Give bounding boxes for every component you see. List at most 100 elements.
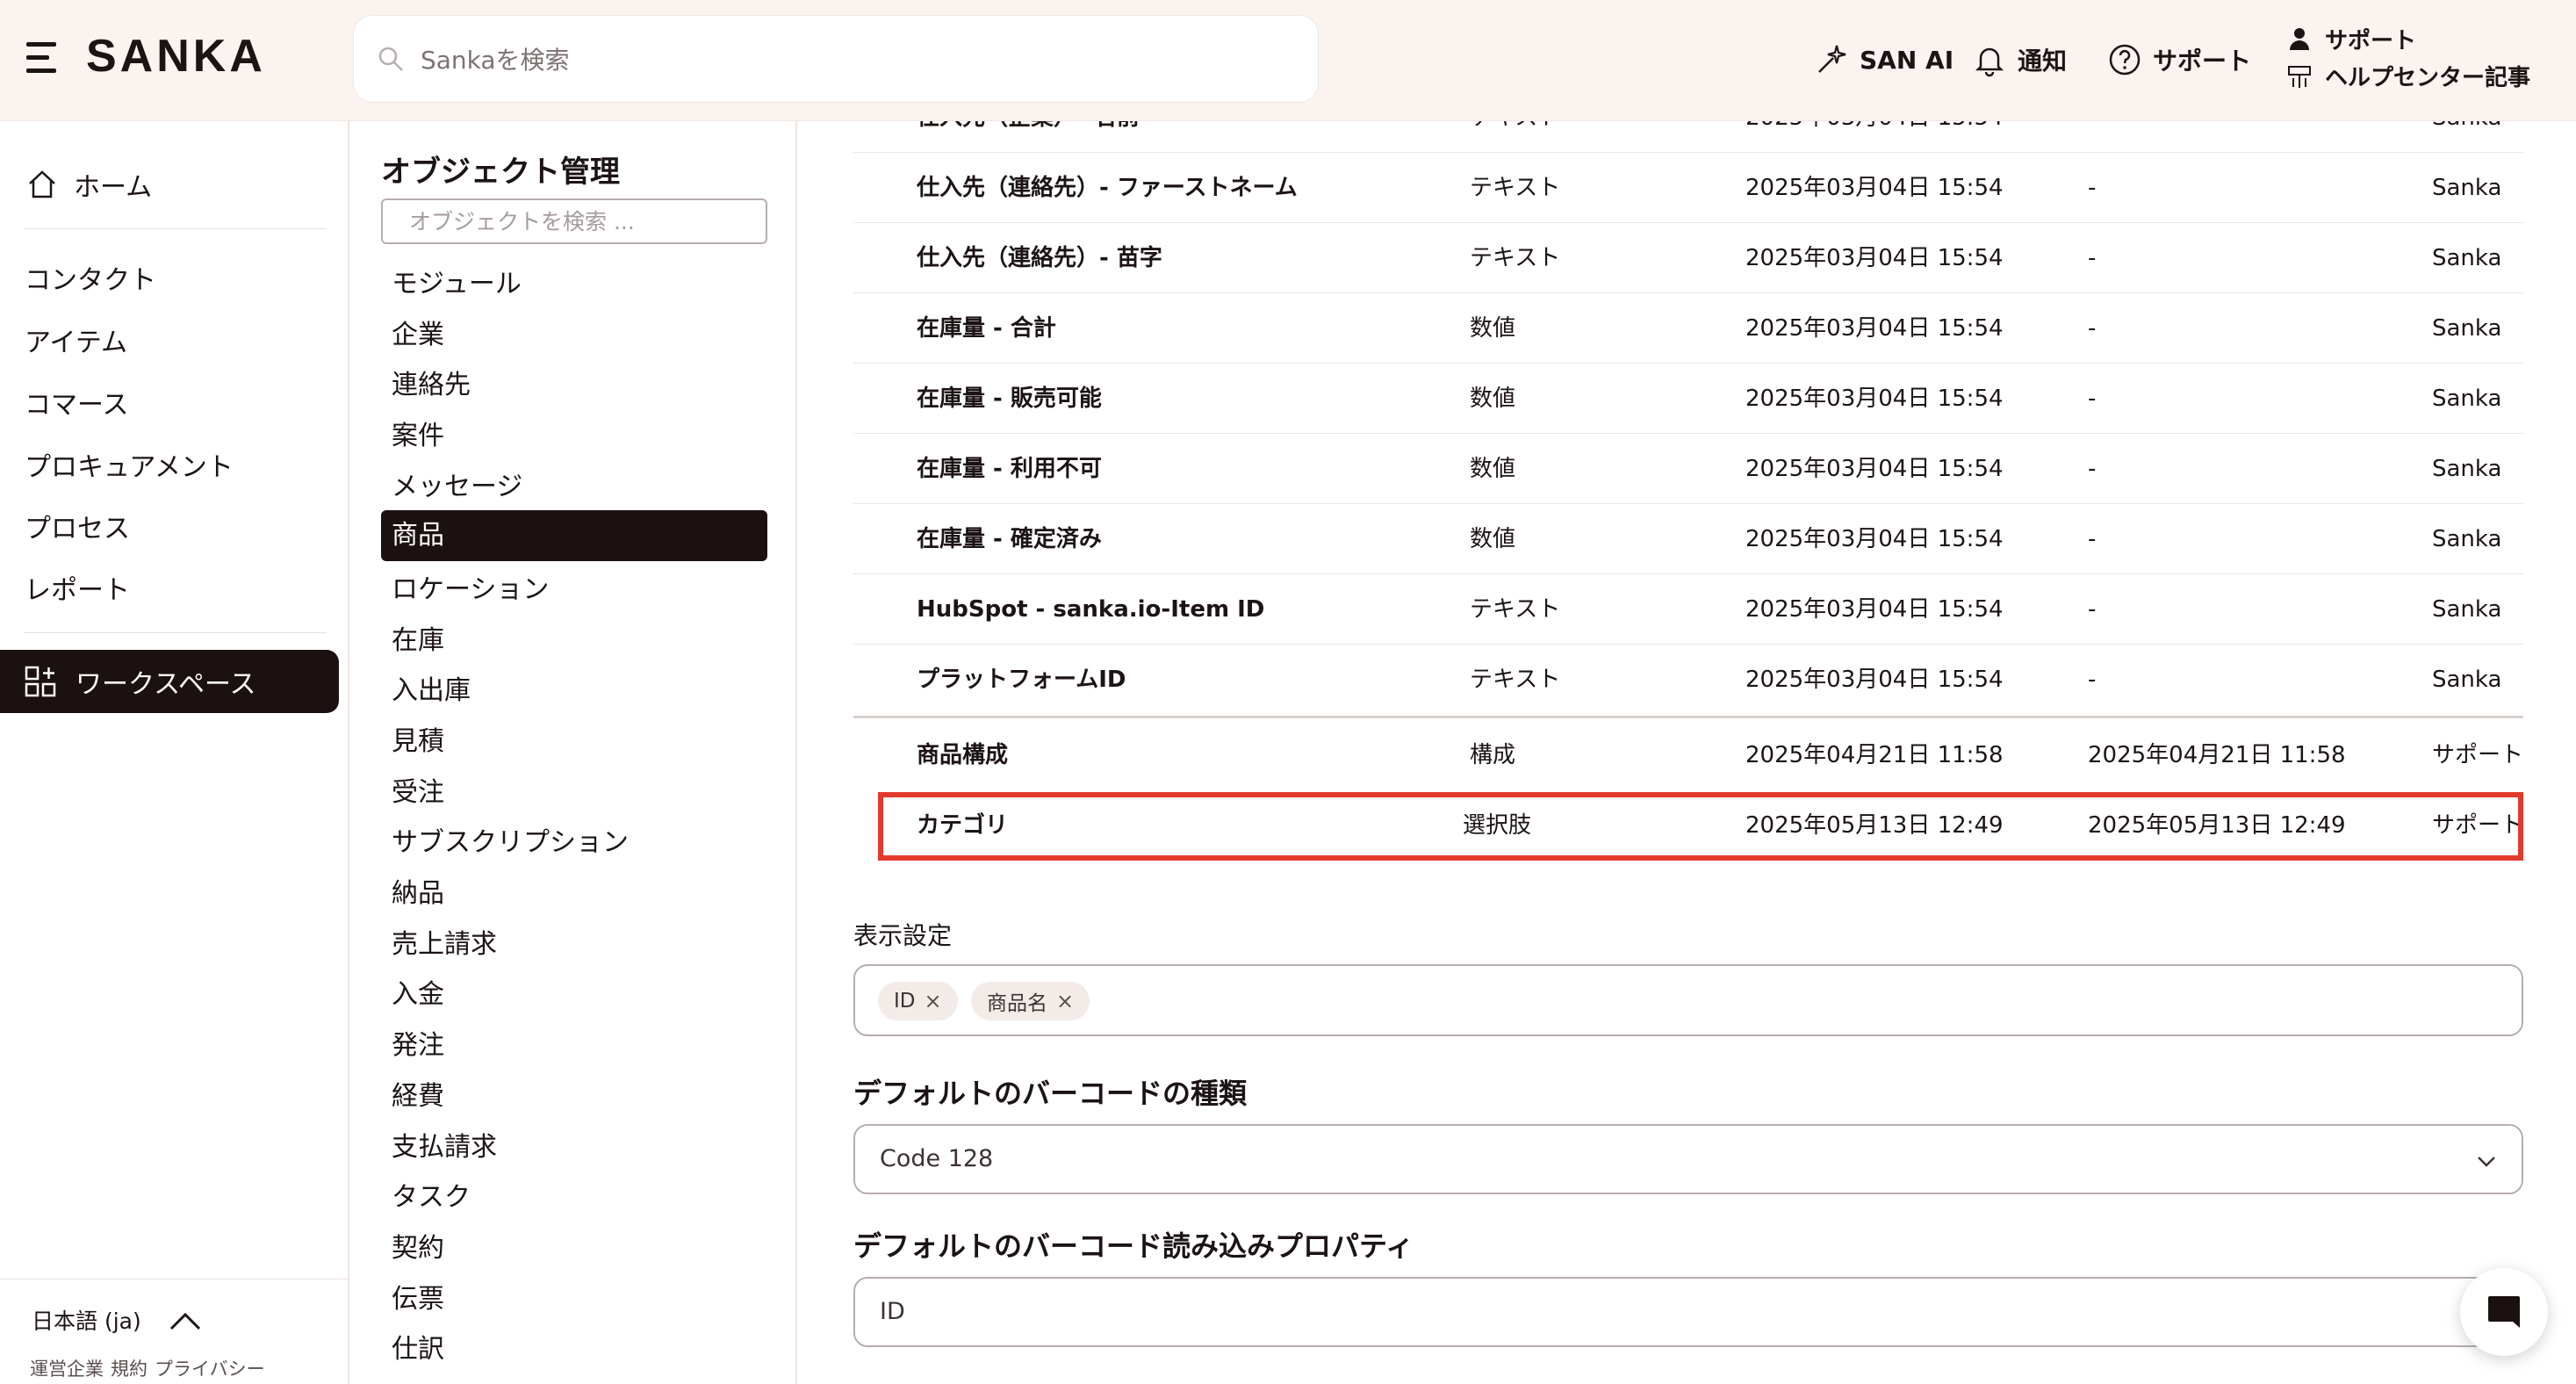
object-item-stock-movements[interactable]: 入出庫 xyxy=(392,668,471,707)
notifications-label: 通知 xyxy=(2018,47,2068,76)
sidebar-item-reports[interactable]: レポート xyxy=(25,568,130,607)
sidebar-item-workspace[interactable]: ワークスペース xyxy=(0,650,339,713)
table-group-divider xyxy=(853,716,2523,718)
object-item-invoices[interactable]: 売上請求 xyxy=(392,922,497,961)
object-item-companies[interactable]: 企業 xyxy=(392,313,444,351)
privacy-link[interactable]: プライバシー xyxy=(155,1355,265,1381)
barcode-type-label: デフォルトのバーコードの種類 xyxy=(853,1077,1248,1110)
property-author: サポート xyxy=(2432,742,2524,768)
account-user[interactable]: サポート xyxy=(2286,21,2416,56)
property-author: Sanka xyxy=(2432,121,2501,153)
property-type: 数値 xyxy=(1470,315,1516,342)
display-tag[interactable]: ID × xyxy=(878,982,958,1020)
object-item-products[interactable]: 商品 xyxy=(381,510,767,561)
property-created: 2025年03月04日 15:54 xyxy=(1745,175,2004,201)
object-item-slips[interactable]: 伝票 xyxy=(392,1277,444,1316)
object-item-modules[interactable]: モジュール xyxy=(392,262,522,300)
table-row[interactable]: HubSpot - sanka.io-Item ID テキスト 2025年03月… xyxy=(853,574,2523,645)
property-author: Sanka xyxy=(2432,245,2502,271)
account-menu[interactable]: サポート ヘルプセンター記事 xyxy=(2286,21,2567,95)
support-button[interactable]: サポート xyxy=(2107,39,2251,81)
language-selector[interactable]: 日本語 (ja) xyxy=(32,1304,203,1336)
property-created: 2025年03月04日 15:54 xyxy=(1745,121,2004,153)
barcode-type-select[interactable]: Code 128 xyxy=(853,1124,2523,1194)
property-type: テキスト xyxy=(1470,175,1561,201)
object-item-locations[interactable]: ロケーション xyxy=(392,567,549,606)
sidebar-item-procurement[interactable]: プロキュアメント xyxy=(25,445,234,484)
sidebar-item-label: ホーム xyxy=(74,172,153,203)
table-row[interactable]: 在庫量 - 販売可能 数値 2025年03月04日 15:54 - Sanka xyxy=(853,364,2523,434)
object-item-bills[interactable]: 支払請求 xyxy=(392,1125,497,1164)
table-row[interactable]: プラットフォームID テキスト 2025年03月04日 15:54 - Sank… xyxy=(853,645,2523,715)
sidebar-item-label: プロセス xyxy=(25,514,130,544)
object-item-contacts[interactable]: 連絡先 xyxy=(392,363,471,401)
property-author: Sanka xyxy=(2432,596,2502,623)
object-item-journal[interactable]: 仕訳 xyxy=(392,1327,444,1366)
object-panel-title: オブジェクト管理 xyxy=(381,155,620,190)
object-item-purchase-orders[interactable]: 発注 xyxy=(392,1023,444,1062)
property-name: 在庫量 - 合計 xyxy=(917,315,1056,342)
display-tag-label: 商品名 xyxy=(987,992,1047,1015)
remove-tag-icon[interactable]: × xyxy=(925,989,942,1013)
object-item-messages[interactable]: メッセージ xyxy=(392,465,522,503)
sidebar-item-commerce[interactable]: コマース xyxy=(25,383,129,422)
object-search-input[interactable] xyxy=(383,200,766,242)
barcode-type-value: Code 128 xyxy=(880,1145,994,1172)
property-name: HubSpot - sanka.io-Item ID xyxy=(917,596,1265,623)
display-settings-field[interactable]: ID × 商品名 × xyxy=(853,964,2523,1036)
terms-link[interactable]: 規約 xyxy=(111,1355,148,1381)
object-item-estimates[interactable]: 見積 xyxy=(392,719,444,758)
table-row[interactable]: 仕入先（連絡先）- 苗字 テキスト 2025年03月04日 15:54 - Sa… xyxy=(853,223,2523,293)
object-search[interactable] xyxy=(381,198,767,244)
property-created: 2025年03月04日 15:54 xyxy=(1745,526,2004,552)
table-row[interactable]: 商品構成 構成 2025年04月21日 11:58 2025年04月21日 11… xyxy=(853,720,2523,790)
san-ai-button[interactable]: SAN AI xyxy=(1814,39,1954,81)
sidebar-item-process[interactable]: プロセス xyxy=(25,507,130,545)
table-row[interactable]: 在庫量 - 合計 数値 2025年03月04日 15:54 - Sanka xyxy=(853,293,2523,364)
property-name: プラットフォームID xyxy=(917,667,1126,693)
remove-tag-icon[interactable]: × xyxy=(1056,989,1074,1013)
sidebar-item-items[interactable]: アイテム xyxy=(25,321,127,359)
menu-icon[interactable] xyxy=(26,39,65,77)
object-item-subscriptions[interactable]: サブスクリプション xyxy=(392,820,629,859)
table-row[interactable]: 仕入先（企業）- 名前 テキスト 2025年03月04日 15:54 - San… xyxy=(853,121,2523,153)
display-tag[interactable]: 商品名 × xyxy=(971,982,1090,1020)
property-updated: - xyxy=(2088,121,2096,153)
object-item-payments[interactable]: 入金 xyxy=(392,972,444,1011)
barcode-property-field[interactable]: ID xyxy=(853,1277,2523,1347)
object-item-expenses[interactable]: 経費 xyxy=(392,1074,444,1113)
property-author: Sanka xyxy=(2432,315,2502,342)
object-item-tasks[interactable]: タスク xyxy=(392,1175,471,1214)
table-row[interactable]: 在庫量 - 利用不可 数値 2025年03月04日 15:54 - Sanka xyxy=(853,434,2523,504)
sidebar-item-home[interactable]: ホーム xyxy=(25,165,152,204)
object-item-deals[interactable]: 案件 xyxy=(392,414,444,452)
property-author: Sanka xyxy=(2432,667,2502,693)
property-type: テキスト xyxy=(1470,245,1561,271)
notifications-button[interactable]: 通知 xyxy=(1972,39,2067,81)
company-link[interactable]: 運営企業 xyxy=(30,1355,104,1381)
table-row[interactable]: 仕入先（連絡先）- ファーストネーム テキスト 2025年03月04日 15:5… xyxy=(853,153,2523,223)
property-created: 2025年03月04日 15:54 xyxy=(1745,456,2004,482)
chat-button[interactable] xyxy=(2460,1268,2548,1356)
sparkle-wand-icon xyxy=(1818,45,1846,73)
sidebar-item-label: アイテム xyxy=(25,328,127,358)
sidebar-item-contacts[interactable]: コンタクト xyxy=(25,258,156,297)
global-search[interactable] xyxy=(353,15,1319,103)
help-center-label: ヘルプセンター記事 xyxy=(2325,64,2531,91)
help-center-link[interactable]: ヘルプセンター記事 xyxy=(2286,58,2530,93)
property-updated: - xyxy=(2088,456,2097,482)
property-updated: - xyxy=(2088,596,2097,623)
property-updated: 2025年04月21日 11:58 xyxy=(2088,742,2346,768)
table-row[interactable]: 在庫量 - 確定済み 数値 2025年03月04日 15:54 - Sanka xyxy=(853,504,2523,574)
property-type: 数値 xyxy=(1470,386,1516,412)
object-item-orders[interactable]: 受注 xyxy=(392,770,444,809)
property-type: 数値 xyxy=(1470,526,1516,552)
object-item-deliveries[interactable]: 納品 xyxy=(392,871,444,910)
object-item-inventory[interactable]: 在庫 xyxy=(392,618,444,657)
search-input[interactable] xyxy=(421,35,1281,84)
account-user-label: サポート xyxy=(2325,27,2417,54)
san-ai-label: SAN AI xyxy=(1860,45,1954,75)
app-logo[interactable]: SANKA xyxy=(86,30,266,83)
property-name: 仕入先（企業）- 名前 xyxy=(917,121,1140,153)
object-item-contracts[interactable]: 契約 xyxy=(392,1226,444,1265)
